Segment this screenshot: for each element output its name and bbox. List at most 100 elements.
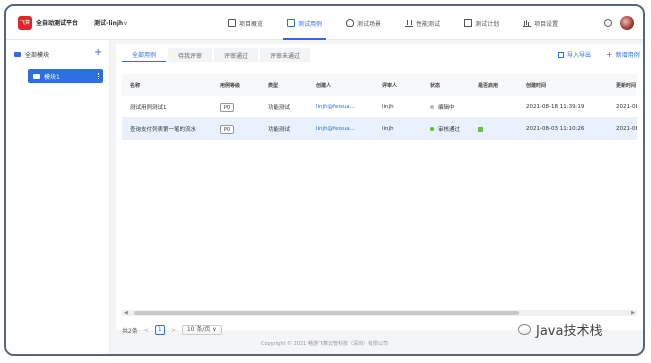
app-window: 飞算 全自动测试平台 测试-linjh∨ 项目概览 测试用例 测试场景 性能测试… [4, 4, 645, 356]
main-nav: 项目概览 测试用例 测试场景 性能测试 测试计划 项目设置 [216, 6, 570, 40]
creator-link[interactable]: linjh@feisua... [316, 118, 355, 140]
column-header[interactable]: 创建时间 [526, 74, 546, 96]
nav-item-performance[interactable]: 性能测试 [393, 6, 452, 40]
add-module-button[interactable]: + [94, 47, 102, 58]
nav-item-test-cases[interactable]: 测试用例 [275, 6, 334, 40]
horizontal-scrollbar[interactable]: ◀ ▶ [122, 310, 637, 316]
column-header[interactable]: 创建人 [316, 74, 331, 96]
column-header[interactable]: 状态 [430, 74, 440, 96]
case-name[interactable]: 查询支付列表第一笔的流水 [130, 118, 196, 140]
next-page-button[interactable]: > [169, 326, 178, 335]
scroll-right-icon[interactable]: ▶ [631, 310, 635, 316]
level-badge: P0 [220, 102, 235, 112]
updated-time: 2021-08 [616, 126, 637, 132]
nav-label: 测试计划 [475, 20, 500, 28]
module-root[interactable]: 全部模块 [14, 50, 49, 59]
plus-icon: + [606, 49, 613, 59]
tab-review-passed[interactable]: 评审通过 [214, 48, 259, 62]
add-case-button[interactable]: + 新增用例 [606, 50, 640, 59]
case-list-panel: 全部用例 待我评审 评审通过 评审未通过 导入导出 + 新增用例 名称 用例等级… [116, 44, 643, 330]
nav-item-overview[interactable]: 项目概览 [216, 6, 275, 40]
case-name[interactable]: 测试用例测试1 [130, 96, 167, 118]
column-header[interactable]: 更新时间 [616, 74, 636, 96]
bulb-icon [346, 19, 355, 27]
sidebar-item-label: 模块1 [44, 73, 60, 81]
nav-label: 测试场景 [357, 20, 382, 28]
watermark: Java技术栈 [518, 320, 602, 339]
scroll-thumb[interactable] [134, 311, 519, 315]
total-count: 共2条 [122, 327, 138, 335]
status-cell: 审核通过 [430, 118, 460, 140]
case-tabs: 全部用例 待我评审 评审通过 评审未通过 [122, 48, 311, 62]
case-type: 功能测试 [268, 105, 291, 111]
column-header[interactable]: 名称 [130, 74, 140, 96]
wechat-icon [518, 324, 531, 335]
import-export-button[interactable]: 导入导出 [558, 50, 591, 59]
tab-pending-review[interactable]: 待我评审 [168, 48, 213, 62]
tab-review-failed[interactable]: 评审未通过 [260, 48, 311, 62]
enabled-cell[interactable] [478, 118, 483, 140]
column-header[interactable]: 类型 [268, 74, 278, 96]
status-cell: 编辑中 [430, 96, 455, 118]
nav-label: 项目概览 [239, 20, 264, 28]
nav-item-scenarios[interactable]: 测试场景 [334, 6, 393, 40]
folder-icon [14, 52, 21, 57]
status-dot-icon [430, 127, 434, 131]
prev-page-button[interactable]: < [142, 326, 151, 335]
case-type: 功能测试 [268, 127, 291, 133]
nav-label: 项目设置 [534, 20, 559, 28]
status-badge: 审核通过 [438, 127, 461, 133]
folder-icon [33, 73, 40, 79]
column-header[interactable]: 用例等级 [220, 74, 240, 96]
table-header: 名称 用例等级 类型 创建人 评审人 状态 是否启用 创建时间 更新时间 [122, 74, 637, 96]
gear-icon[interactable] [604, 19, 612, 27]
bars-icon [523, 19, 532, 27]
nav-item-settings[interactable]: 项目设置 [511, 6, 570, 40]
project-name: 测试-linjh [94, 20, 124, 27]
grid-icon [228, 19, 236, 27]
chevron-down-icon: ∨ [123, 20, 128, 27]
created-time: 2021-08-03 11:10:26 [526, 126, 585, 132]
nav-label: 性能测试 [416, 20, 441, 28]
logo-icon: 飞算 [18, 16, 32, 30]
reviewer: linjh [382, 126, 394, 132]
top-bar: 飞算 全自动测试平台 测试-linjh∨ 项目概览 测试用例 测试场景 性能测试… [6, 6, 643, 40]
column-header[interactable]: 是否启用 [478, 74, 498, 96]
creator-link[interactable]: linjh@feisua... [316, 96, 355, 118]
case-table: 名称 用例等级 类型 创建人 评审人 状态 是否启用 创建时间 更新时间 测试用… [122, 74, 637, 314]
status-dot-icon [430, 105, 434, 109]
page-size-select[interactable]: 10 条/页 ∨ [181, 325, 222, 335]
watermark-text: Java技术栈 [536, 324, 603, 339]
folder-icon [287, 19, 296, 27]
import-icon [558, 51, 564, 58]
table-row[interactable]: 查询支付列表第一笔的流水 P0 功能测试 linjh@feisua... lin… [122, 118, 637, 140]
add-case-label: 新增用例 [615, 52, 640, 59]
status-badge: 编辑中 [438, 105, 455, 111]
current-page[interactable]: 1 [154, 325, 165, 335]
app-title: 全自动测试平台 [36, 20, 79, 27]
module-sidebar: 全部模块 + 模块1 [6, 40, 110, 354]
level-badge: P0 [220, 124, 235, 134]
updated-time: 2021-08 [616, 104, 637, 110]
nav-label: 测试用例 [298, 20, 323, 28]
created-time: 2021-08-18 11:39:19 [526, 104, 585, 110]
more-icon[interactable] [98, 73, 99, 79]
level-cell: P0 [220, 118, 235, 140]
nav-item-plan[interactable]: 测试计划 [452, 6, 511, 40]
sidebar-item-module1[interactable]: 模块1 [28, 69, 103, 83]
import-export-label: 导入导出 [567, 52, 592, 59]
column-header[interactable]: 评审人 [382, 74, 397, 96]
module-root-label: 全部模块 [25, 52, 50, 59]
calendar-icon [464, 19, 473, 27]
project-selector[interactable]: 测试-linjh∨ [94, 18, 128, 27]
pulse-icon [405, 19, 414, 27]
copyright: Copyright © 2021 畅游飞算云智科技（深圳）有限公司 [261, 341, 388, 347]
table-row[interactable]: 测试用例测试1 P0 功能测试 linjh@feisua... linjh 编辑… [122, 96, 637, 118]
scroll-left-icon[interactable]: ◀ [124, 310, 128, 316]
enabled-toggle[interactable] [478, 126, 483, 132]
pagination: 共2条 < 1 > 10 条/页 ∨ [122, 325, 222, 335]
avatar[interactable] [620, 16, 634, 30]
tab-all-cases[interactable]: 全部用例 [122, 48, 167, 62]
reviewer: linjh [382, 104, 394, 110]
level-cell: P0 [220, 96, 235, 118]
